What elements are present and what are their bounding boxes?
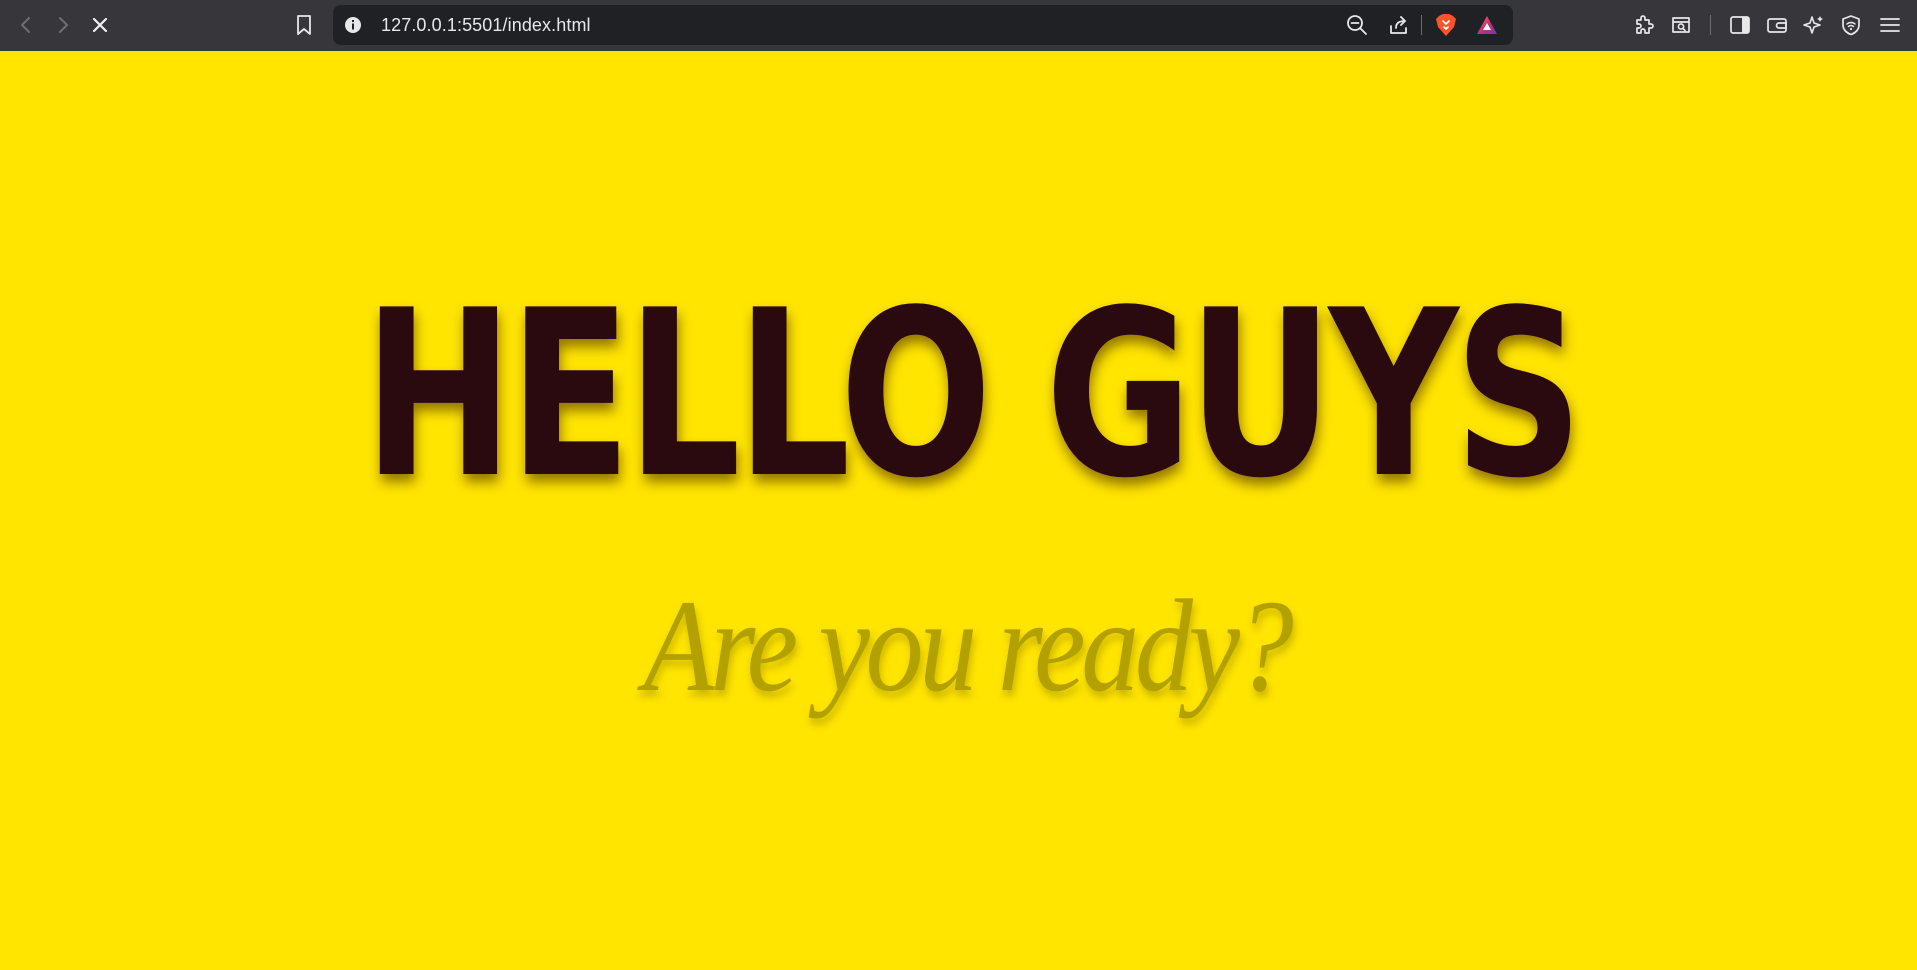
back-button[interactable] bbox=[13, 12, 39, 38]
arrow-left-icon bbox=[16, 15, 36, 35]
sidebar-button[interactable] bbox=[1727, 12, 1753, 38]
vpn-button[interactable] bbox=[1838, 12, 1864, 38]
url-divider bbox=[1421, 15, 1422, 35]
vpn-shield-icon bbox=[1840, 14, 1862, 36]
brave-rewards-triangle-icon[interactable] bbox=[1475, 13, 1499, 37]
main-menu-button[interactable] bbox=[1877, 12, 1903, 38]
leo-ai-button[interactable] bbox=[1801, 12, 1827, 38]
zoom-out-icon[interactable] bbox=[1345, 13, 1369, 37]
hero-title: HELLO GUYS bbox=[363, 262, 1583, 529]
wallet-icon bbox=[1766, 14, 1788, 36]
bookmark-button[interactable] bbox=[291, 12, 317, 38]
address-bar[interactable]: 127.0.0.1:5501/index.html bbox=[333, 5, 1513, 45]
sidebar-icon bbox=[1729, 14, 1751, 36]
stop-loading-button[interactable] bbox=[87, 12, 113, 38]
puzzle-icon bbox=[1633, 14, 1655, 36]
wallet-button[interactable] bbox=[1764, 12, 1790, 38]
forward-button[interactable] bbox=[50, 12, 76, 38]
sparkle-icon bbox=[1803, 14, 1825, 36]
share-icon[interactable] bbox=[1387, 13, 1411, 37]
url-text[interactable]: 127.0.0.1:5501/index.html bbox=[381, 5, 591, 45]
page-content: HELLO GUYS Are you ready? bbox=[0, 51, 1917, 970]
tab-search-button[interactable] bbox=[1668, 12, 1694, 38]
browser-toolbar: 127.0.0.1:5501/index.html bbox=[0, 0, 1917, 51]
bookmark-icon bbox=[294, 14, 314, 36]
arrow-right-icon bbox=[53, 15, 73, 35]
hamburger-menu-icon bbox=[1879, 14, 1901, 36]
tab-search-icon bbox=[1670, 14, 1692, 36]
brave-lion-icon[interactable] bbox=[1434, 13, 1458, 37]
info-icon[interactable] bbox=[341, 13, 365, 37]
extensions-button[interactable] bbox=[1631, 12, 1657, 38]
toolbar-divider bbox=[1710, 15, 1711, 35]
close-icon bbox=[90, 15, 110, 35]
hero-subtitle: Are you ready? bbox=[643, 572, 1294, 719]
